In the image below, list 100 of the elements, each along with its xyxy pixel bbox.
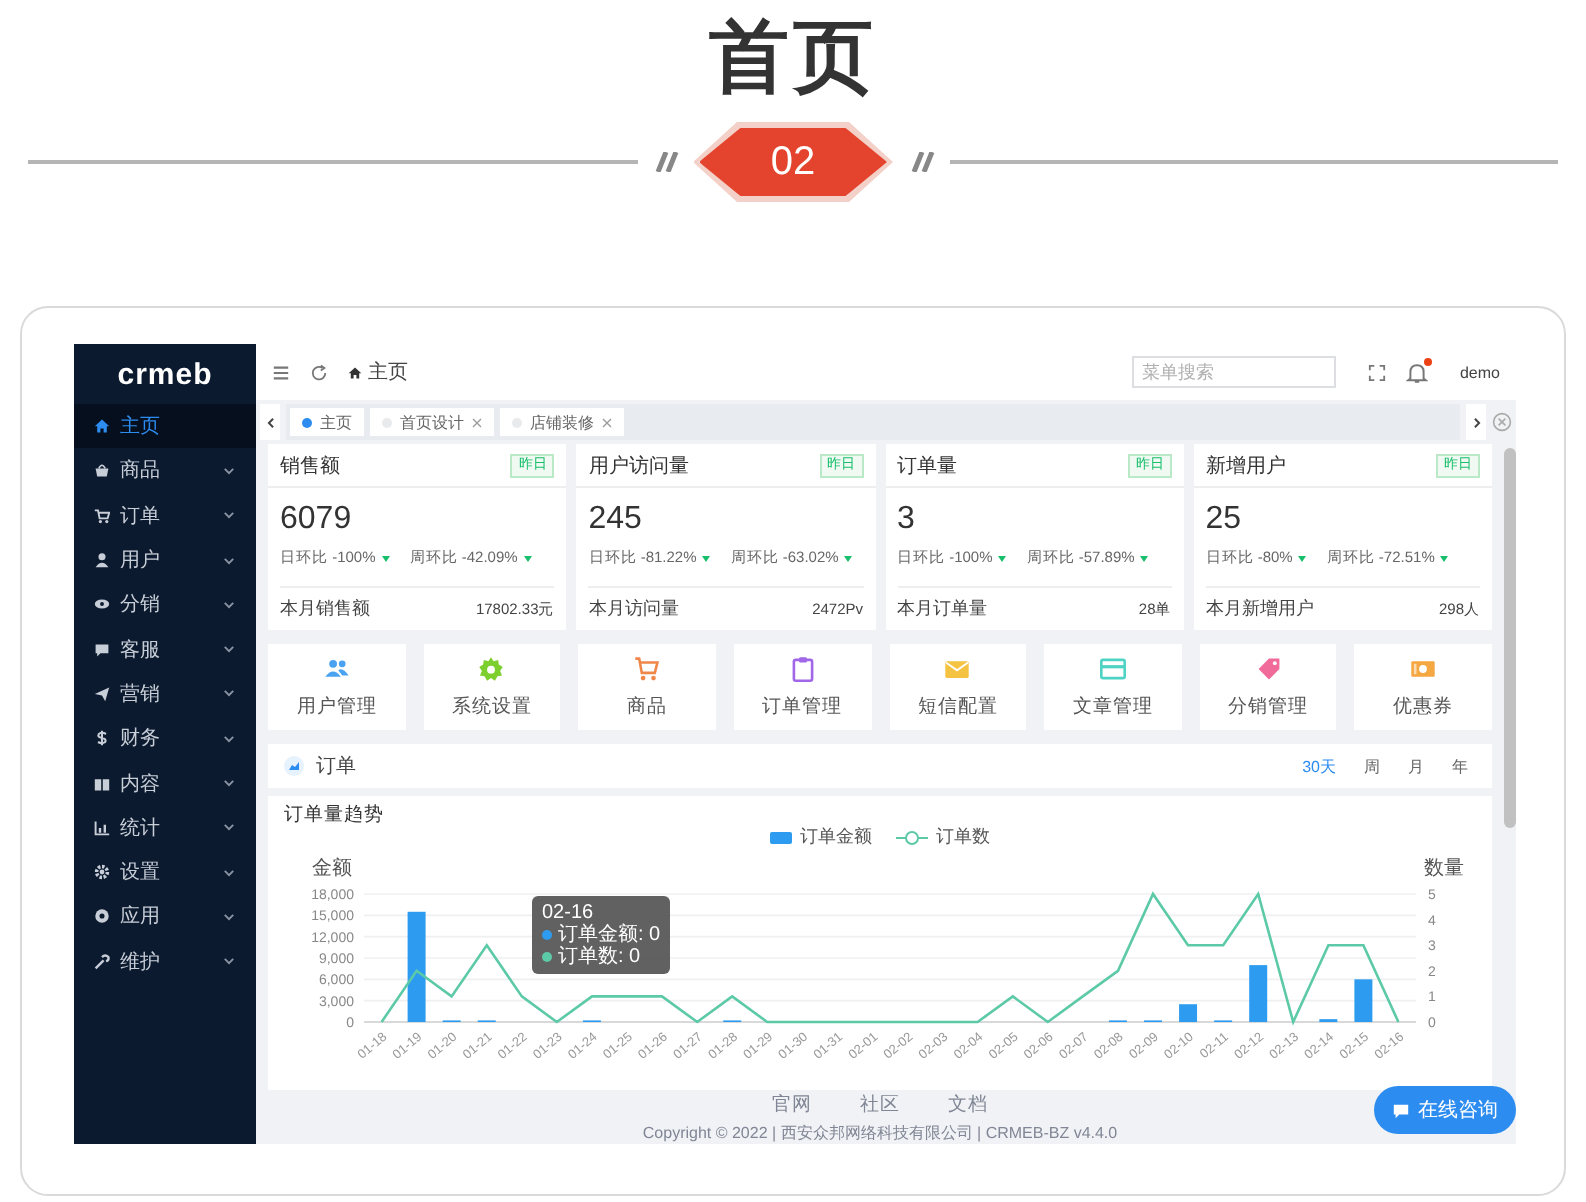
- chart-badge-icon: [284, 756, 304, 776]
- chevron-right-icon: [1469, 415, 1483, 429]
- trend-down-icon: [702, 555, 711, 561]
- scroll-right-button[interactable]: [1466, 404, 1486, 440]
- trend-down-icon: [998, 555, 1007, 561]
- close-icon[interactable]: [472, 417, 482, 427]
- home-icon: [348, 365, 362, 379]
- sidebar-item[interactable]: 分销: [74, 582, 256, 627]
- shortcut-card[interactable]: 订单管理: [733, 644, 871, 730]
- sidebar-item[interactable]: 客服: [74, 626, 256, 672]
- shortcut-card[interactable]: 优惠券: [1354, 644, 1492, 730]
- sidebar-item[interactable]: 设置: [74, 849, 256, 895]
- sidebar-label: 分销: [120, 592, 162, 619]
- fullscreen-icon[interactable]: [1367, 363, 1386, 381]
- sidebar-label: 客服: [120, 637, 162, 664]
- sidebar-item[interactable]: 统计: [74, 805, 256, 850]
- stat-value: 25: [1203, 500, 1244, 540]
- trend-down-icon: [1298, 555, 1307, 561]
- home-icon: [94, 418, 110, 435]
- send-icon: [94, 685, 110, 702]
- shortcut-card[interactable]: 系统设置: [423, 644, 561, 730]
- axis-title: 金额: [312, 858, 352, 880]
- book-icon: [94, 775, 110, 792]
- sidebar-label: 订单: [120, 503, 162, 530]
- chart-bar: [1354, 979, 1373, 1022]
- sidebar-label: 内容: [120, 771, 162, 798]
- sidebar-item[interactable]: 内容: [74, 760, 256, 806]
- eye-icon: [94, 596, 110, 613]
- refresh-icon[interactable]: [310, 363, 328, 381]
- axis-title: 数量: [1424, 858, 1464, 880]
- bell-icon[interactable]: [1405, 361, 1428, 383]
- tab[interactable]: 首页设计: [370, 408, 494, 436]
- sidebar-item[interactable]: 订单: [74, 493, 256, 538]
- sidebar-label: 用户: [120, 547, 162, 575]
- page-title: 首页: [707, 12, 879, 104]
- trend-down-icon: [1140, 555, 1149, 561]
- legend-label[interactable]: 订单金额: [800, 824, 872, 850]
- period-tab[interactable]: 30天: [1294, 755, 1344, 777]
- tooltip-line: 订单数: 0: [558, 946, 641, 968]
- cart-icon: [94, 507, 110, 524]
- bar-chart-icon: [94, 819, 110, 836]
- gear-icon: [94, 864, 110, 881]
- chat-icon: [94, 641, 110, 658]
- footer-label: 本月订单量: [897, 596, 987, 622]
- scrollbar-thumb[interactable]: [1504, 448, 1516, 828]
- legend-bar-icon: [770, 831, 792, 843]
- chart-bar: [1179, 1004, 1198, 1022]
- period-tab[interactable]: 周: [1356, 755, 1388, 777]
- legend-label[interactable]: 订单数: [936, 824, 990, 850]
- shortcut-card[interactable]: 分销管理: [1199, 644, 1337, 730]
- series-dot-icon: [542, 930, 552, 940]
- circle-icon: [94, 908, 110, 925]
- user-icon: [94, 552, 110, 569]
- tab[interactable]: 店铺装修: [500, 408, 624, 436]
- chart-bar: [407, 911, 426, 1022]
- period-tab[interactable]: 年: [1444, 755, 1476, 777]
- sidebar-label: 营销: [120, 681, 162, 708]
- menu-icon[interactable]: [272, 363, 290, 381]
- tooltip-line: 订单金额: 0: [558, 924, 661, 946]
- scroll-left-button[interactable]: [260, 404, 280, 440]
- sidebar-item[interactable]: 维护: [74, 939, 256, 984]
- logo[interactable]: crmeb: [74, 344, 256, 404]
- sidebar-item[interactable]: 主页: [74, 404, 256, 449]
- tooltip-title: 02-16: [542, 902, 594, 924]
- sidebar-label: 维护: [120, 949, 162, 976]
- sidebar-label: 应用: [120, 903, 162, 931]
- shortcut-card[interactable]: 短信配置: [889, 644, 1027, 730]
- card-title: 订单量: [897, 453, 957, 479]
- sidebar-item[interactable]: 商品: [74, 448, 256, 494]
- chat-icon: [1392, 1101, 1410, 1119]
- period-tab[interactable]: 月: [1400, 755, 1432, 777]
- basket-icon: [94, 462, 110, 479]
- stat-value: 6079: [278, 500, 354, 540]
- sidebar-item[interactable]: 应用: [74, 894, 256, 940]
- user-name[interactable]: demo: [1459, 363, 1500, 381]
- shortcut-card[interactable]: 商品: [578, 644, 716, 730]
- trend-down-icon: [523, 555, 532, 561]
- chart-bar: [1249, 965, 1268, 1022]
- sidebar-item[interactable]: 用户: [74, 537, 256, 583]
- sidebar-label: 主页: [120, 413, 162, 441]
- sidebar-label: 商品: [120, 457, 162, 485]
- chevron-left-icon: [263, 415, 277, 429]
- card-title: 用户访问量: [588, 453, 689, 479]
- search-field[interactable]: 菜单搜索: [1131, 356, 1336, 388]
- sidebar-label: 统计: [120, 815, 162, 842]
- card-title: 销售额: [280, 453, 340, 479]
- sidebar-item[interactable]: 营销: [74, 671, 256, 717]
- breadcrumb[interactable]: 主页: [368, 358, 408, 386]
- trend-down-icon: [1440, 555, 1449, 561]
- shortcut-card[interactable]: 文章管理: [1044, 644, 1182, 730]
- section-title: 订单: [316, 753, 356, 780]
- series-dot-icon: [542, 952, 552, 962]
- sidebar-item[interactable]: 财务: [74, 716, 256, 761]
- chart-title: 订单量趋势: [284, 802, 386, 830]
- shortcut-card[interactable]: 用户管理: [268, 644, 406, 730]
- close-icon[interactable]: [602, 417, 612, 427]
- sidebar-label: 设置: [120, 859, 162, 887]
- tab[interactable]: 主页: [290, 408, 364, 436]
- footer-label: 本月访问量: [588, 596, 679, 622]
- card-title: 新增用户: [1205, 453, 1286, 479]
